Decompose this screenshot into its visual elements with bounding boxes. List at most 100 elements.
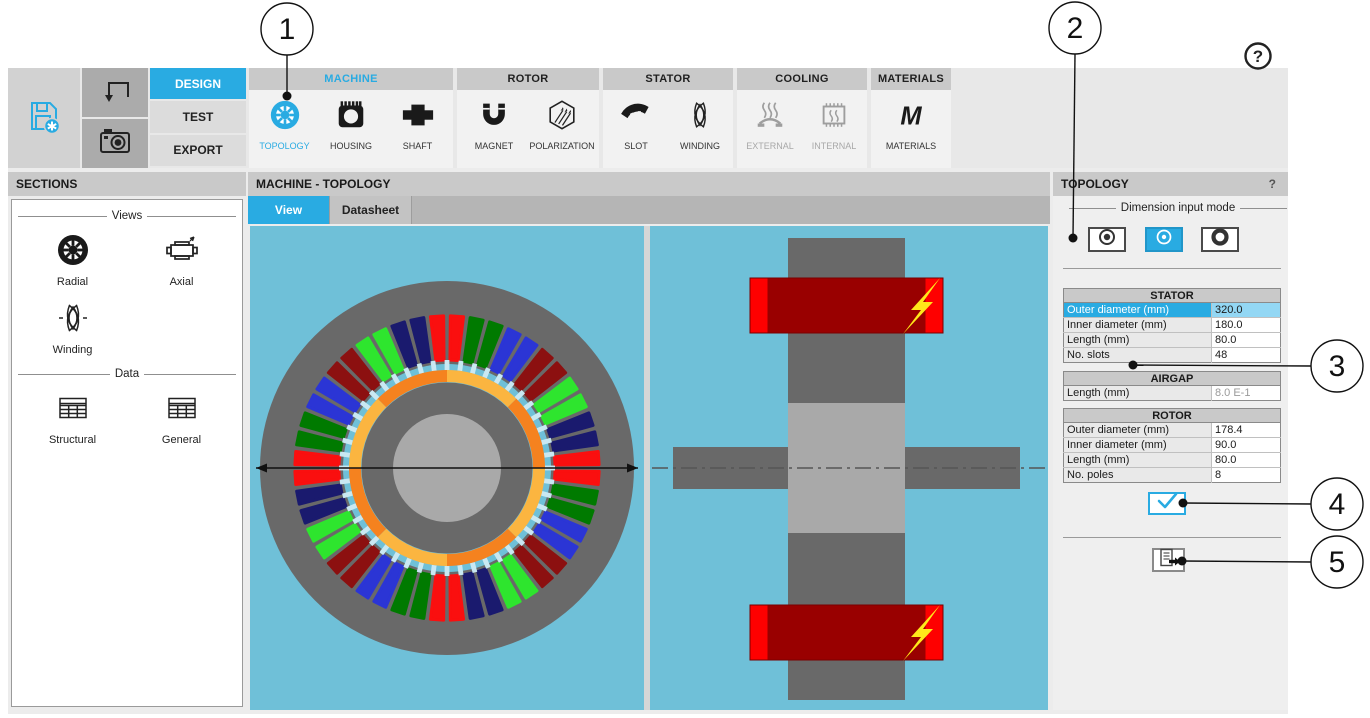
help-icon: ? [1242, 42, 1274, 76]
test-mode-button[interactable]: TEST [150, 101, 246, 133]
axial-view[interactable] [650, 226, 1048, 710]
camera-icon [96, 122, 134, 165]
magnet-button[interactable]: MAGNET [463, 98, 525, 151]
topology-panel: TOPOLOGY ? Dimension input mode STATOR O… [1053, 172, 1288, 710]
tab-view[interactable]: View [248, 196, 330, 224]
slot-label: SLOT [624, 141, 648, 151]
shaft-icon [401, 98, 435, 137]
svg-text:?: ? [1253, 47, 1263, 66]
polarization-button[interactable]: POLARIZATION [529, 98, 595, 151]
radio-dot-selected-icon [1153, 226, 1175, 253]
radial-view-button[interactable]: Radial [18, 232, 127, 288]
rotor-group: ROTOR MAGNET POLARIZATION [457, 68, 599, 168]
callout-3: 3 [1329, 350, 1346, 383]
checkmark-icon [1152, 492, 1182, 515]
table-row[interactable]: Length (mm) 80.0 [1063, 332, 1281, 348]
structural-table-icon [55, 390, 91, 431]
slot-icon [619, 98, 653, 137]
tab-strip: View Datasheet [248, 196, 1050, 224]
cooling-internal-label: INTERNAL [811, 141, 857, 151]
general-table-icon [164, 390, 200, 431]
winding-button[interactable]: WINDING [669, 98, 731, 151]
table-row[interactable]: Inner diameter (mm) 90.0 [1063, 437, 1281, 453]
apply-button[interactable] [1148, 492, 1186, 515]
stator-table-title: STATOR [1063, 288, 1281, 303]
shaft-label: SHAFT [402, 141, 433, 151]
stator-group: STATOR SLOT WINDING [603, 68, 733, 168]
view-area [250, 226, 1048, 710]
winding-view-button[interactable]: Winding [18, 300, 127, 356]
save-button[interactable] [8, 68, 80, 168]
export-document-icon [1156, 548, 1182, 573]
table-row[interactable]: Outer diameter (mm) 178.4 [1063, 422, 1281, 438]
table-row[interactable]: Inner diameter (mm) 180.0 [1063, 317, 1281, 333]
panel-help-icon[interactable]: ? [1269, 172, 1276, 196]
radial-label: Radial [56, 276, 89, 288]
end-winding [749, 277, 944, 334]
dimension-mode-3-button[interactable] [1201, 227, 1239, 252]
machine-group-title: MACHINE [249, 68, 453, 90]
sections-panel: SECTIONS Views Radial Axial Winding Data… [8, 172, 246, 710]
general-data-button[interactable]: General [127, 390, 236, 446]
svg-text:M: M [900, 102, 922, 130]
radio-dot-icon [1096, 226, 1118, 253]
divider [1063, 268, 1281, 269]
main-toolbar: DESIGN TEST EXPORT MACHINE TOPOLOGY HOUS… [8, 68, 1288, 168]
topology-label: TOPOLOGY [259, 141, 310, 151]
topology-panel-title: TOPOLOGY ? [1053, 172, 1288, 196]
save-icon [25, 97, 63, 140]
topology-panel-content: Dimension input mode STATOR Outer diamet… [1053, 196, 1288, 710]
table-row[interactable]: Length (mm) 80.0 [1063, 452, 1281, 468]
undo-button[interactable] [82, 68, 148, 117]
structural-data-button[interactable]: Structural [18, 390, 127, 446]
main-title: MACHINE - TOPOLOGY [248, 172, 1050, 196]
housing-label: HOUSING [329, 141, 372, 151]
views-legend: Views [18, 210, 236, 222]
table-row[interactable]: Length (mm) 8.0 E-1 [1063, 385, 1281, 401]
stator-group-title: STATOR [603, 68, 733, 90]
topology-icon [268, 98, 302, 137]
table-row[interactable]: No. slots 48 [1063, 347, 1281, 363]
housing-button[interactable]: HOUSING [320, 98, 382, 151]
sections-title: SECTIONS [8, 172, 246, 196]
callout-5: 5 [1329, 546, 1346, 579]
slot-button[interactable]: SLOT [605, 98, 667, 151]
internal-cooling-icon [817, 98, 851, 137]
materials-group-title: MATERIALS [871, 68, 951, 90]
main-panel: MACHINE - TOPOLOGY View Datasheet [248, 172, 1050, 710]
magnet-label: MAGNET [474, 141, 514, 151]
housing-icon [334, 98, 368, 137]
axial-view-button[interactable]: Axial [127, 232, 236, 288]
external-cooling-icon [753, 98, 787, 137]
airgap-table-title: AIRGAP [1063, 371, 1281, 386]
tab-datasheet[interactable]: Datasheet [330, 196, 412, 224]
toolbar-mid-column [82, 68, 148, 168]
general-label: General [161, 434, 202, 446]
end-winding [749, 604, 944, 661]
polarization-icon [545, 98, 579, 137]
table-row[interactable]: Outer diameter (mm) 320.0 [1063, 302, 1281, 318]
winding-label: Winding [52, 344, 93, 356]
rotor-table-title: ROTOR [1063, 408, 1281, 423]
radial-view[interactable] [250, 226, 644, 710]
export-report-button[interactable] [1152, 548, 1185, 572]
rotor-group-title: ROTOR [457, 68, 599, 90]
dimension-mode-1-button[interactable] [1088, 227, 1126, 252]
design-mode-button[interactable]: DESIGN [150, 68, 246, 100]
dimension-mode-2-button[interactable] [1145, 227, 1183, 252]
materials-button[interactable]: M MATERIALS [880, 98, 942, 151]
shaft-button[interactable]: SHAFT [387, 98, 449, 151]
radial-cross-section [250, 226, 644, 710]
data-legend: Data [18, 368, 236, 380]
cooling-external-button[interactable]: EXTERNAL [739, 98, 801, 151]
table-row[interactable]: No. poles 8 [1063, 467, 1281, 483]
ring-icon [1209, 226, 1231, 253]
cooling-internal-button[interactable]: INTERNAL [803, 98, 865, 151]
winding-section-icon [55, 300, 91, 341]
topology-button[interactable]: TOPOLOGY [254, 98, 316, 151]
export-mode-button[interactable]: EXPORT [150, 134, 246, 166]
dimension-input-mode-legend: Dimension input mode [1069, 202, 1287, 214]
help-button[interactable]: ? [1242, 40, 1274, 77]
rotor-table: ROTOR Outer diameter (mm) 178.4 Inner di… [1063, 408, 1281, 483]
camera-button[interactable] [82, 119, 148, 168]
